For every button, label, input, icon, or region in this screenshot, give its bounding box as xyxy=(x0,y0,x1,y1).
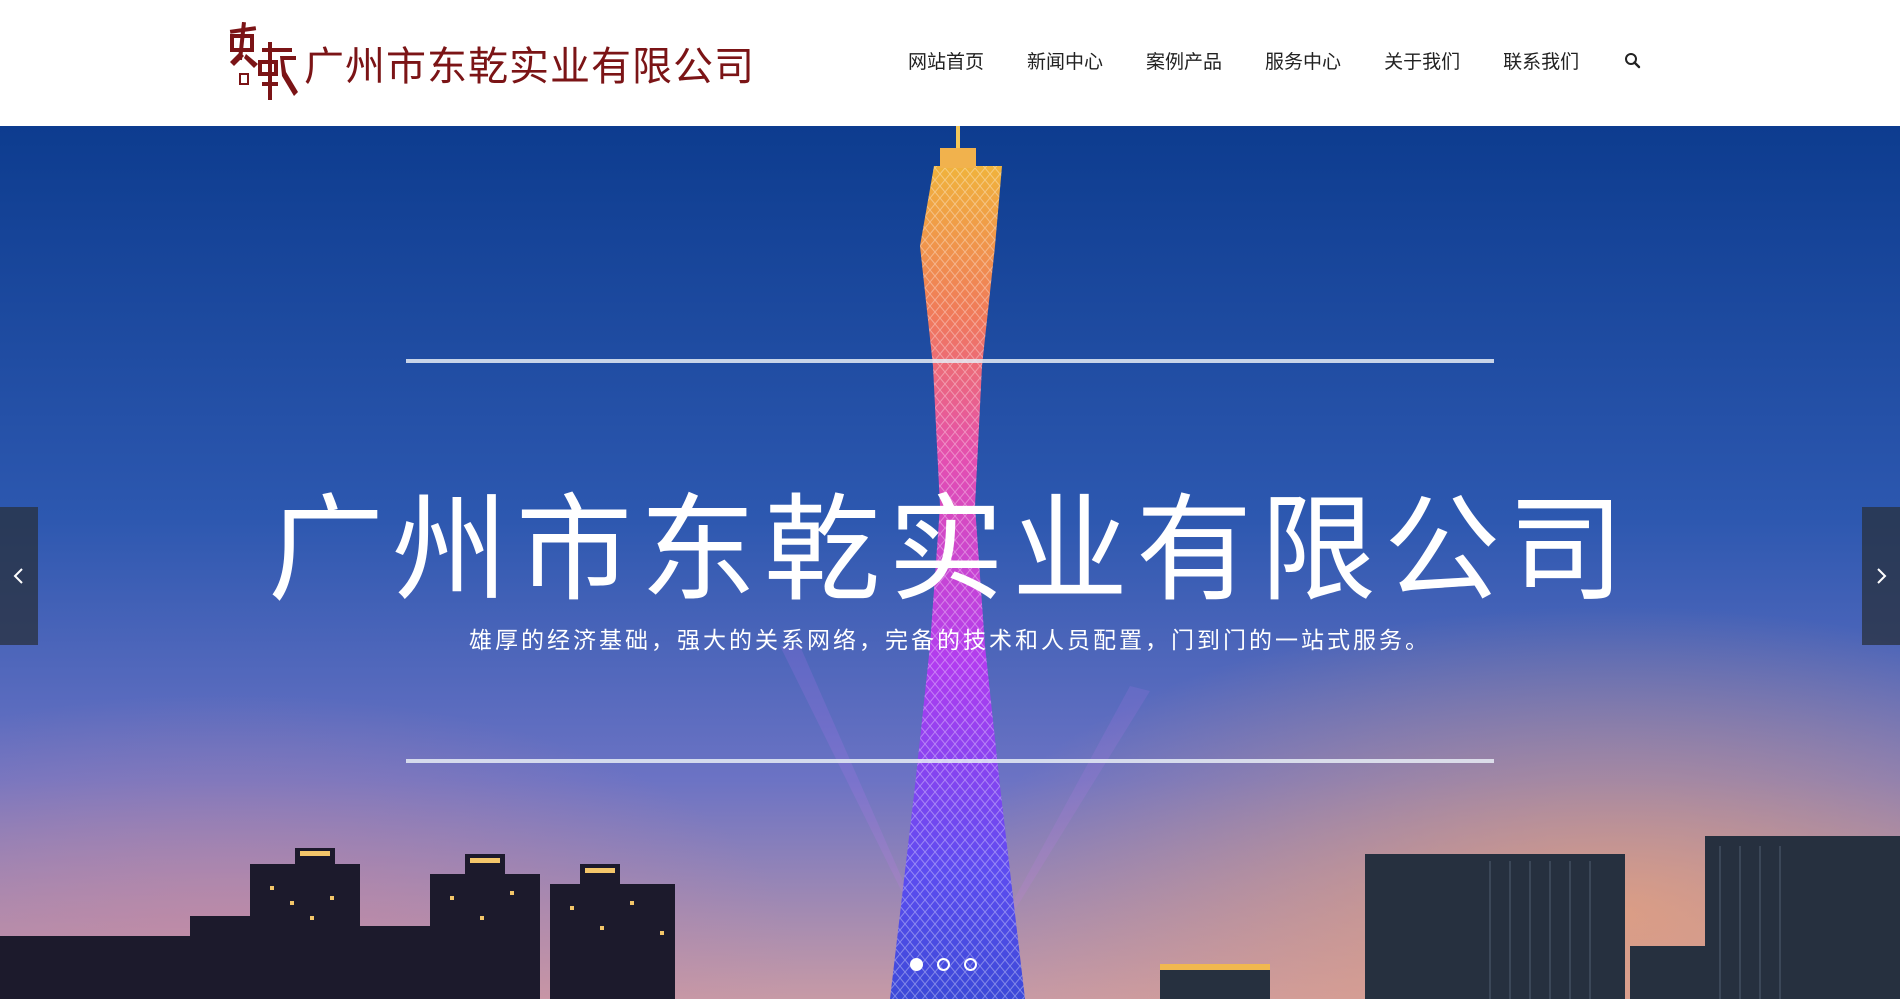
nav-cases-products[interactable]: 案例产品 xyxy=(1146,47,1222,74)
site-logo[interactable]: 广州市东乾实业有限公司 xyxy=(226,22,755,104)
site-header: 广州市东乾实业有限公司 网站首页 新闻中心 案例产品 服务中心 关于我们 联系我… xyxy=(0,0,1900,126)
slider-prev-button[interactable] xyxy=(0,507,38,645)
nav-contact[interactable]: 联系我们 xyxy=(1503,47,1579,74)
slider-dot-3[interactable] xyxy=(964,958,977,971)
hero-subtitle: 雄厚的经济基础，强大的关系网络，完备的技术和人员配置，门到门的一站式服务。 xyxy=(469,628,1431,654)
nav-services[interactable]: 服务中心 xyxy=(1265,47,1341,74)
hero-slider: 广州市东乾实业有限公司 雄厚的经济基础，强大的关系网络，完备的技术和人员配置，门… xyxy=(0,126,1900,999)
slider-pagination xyxy=(910,958,977,971)
main-nav: 网站首页 新闻中心 案例产品 服务中心 关于我们 联系我们 xyxy=(908,47,1644,74)
slider-next-button[interactable] xyxy=(1862,507,1900,645)
chevron-left-icon xyxy=(13,568,23,584)
hero-divider-top xyxy=(406,359,1494,363)
logo-calligraphy-mark xyxy=(229,22,298,100)
hero-divider-bottom xyxy=(406,759,1494,763)
slider-dot-2[interactable] xyxy=(937,958,950,971)
nav-news[interactable]: 新闻中心 xyxy=(1027,47,1103,74)
chevron-right-icon xyxy=(1877,568,1887,584)
nav-about[interactable]: 关于我们 xyxy=(1384,47,1460,74)
nav-home[interactable]: 网站首页 xyxy=(908,47,984,74)
company-name-logo: 广州市东乾实业有限公司 xyxy=(304,44,755,90)
search-icon[interactable] xyxy=(1622,50,1644,72)
hero-title: 广州市东乾实业有限公司 xyxy=(268,483,1632,618)
slider-dot-1[interactable] xyxy=(910,958,923,971)
